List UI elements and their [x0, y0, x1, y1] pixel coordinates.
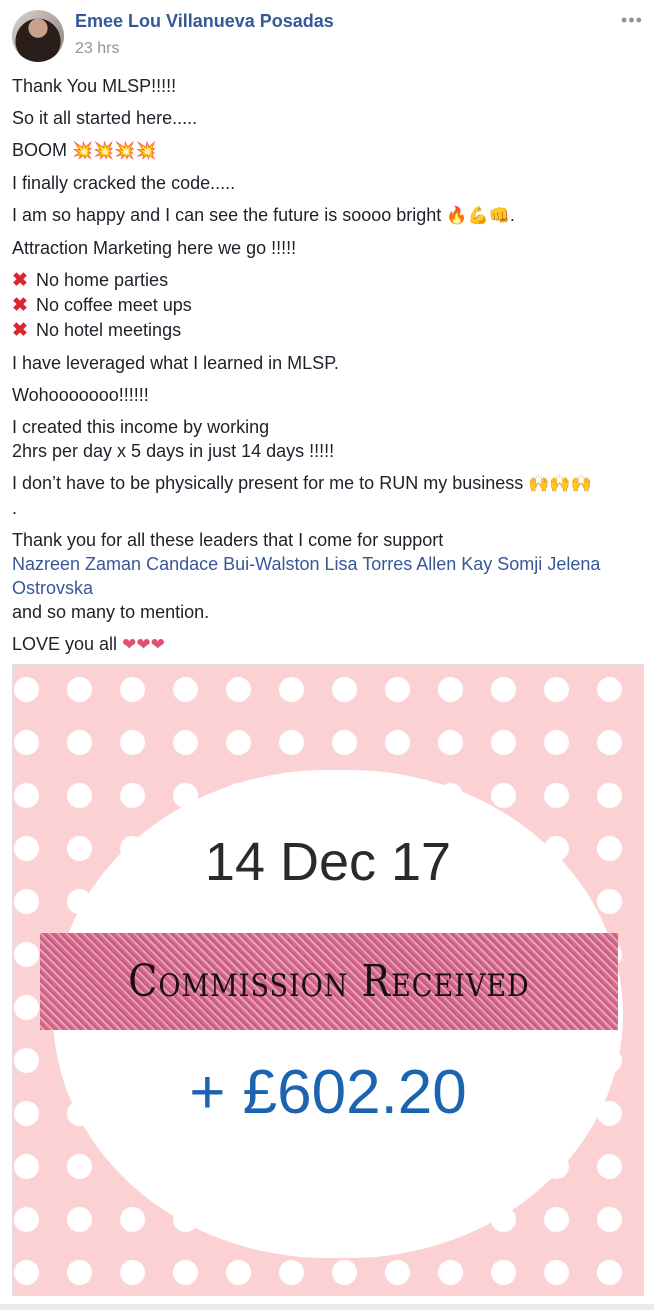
raised-hands-emoji-icon: 🙌🙌🙌	[528, 474, 592, 493]
text-line: I am so happy and I can see the future i…	[12, 203, 642, 228]
text-segment: I am so happy and I can see the future i…	[12, 205, 442, 225]
text-line: Thank You MLSP!!!!!	[12, 76, 177, 96]
glitter-banner: Commission Received	[40, 933, 618, 1030]
text-line: I finally cracked the code.....	[12, 173, 236, 193]
post-text: Thank You MLSP!!!!! So it all started he…	[12, 74, 642, 665]
divider	[0, 1304, 654, 1310]
mention-link[interactable]: Candace Bui-Walston	[146, 554, 319, 574]
text-segment: and so many to mention.	[12, 602, 210, 622]
list-item-label: No hotel meetings	[36, 320, 182, 340]
text-segment: .	[509, 205, 515, 225]
text-line: Wohooooooo!!!!!!	[12, 385, 149, 405]
list-item: ✖ No home parties	[12, 268, 642, 293]
boom-emoji-icon: 💥💥💥💥	[72, 141, 157, 160]
author-name[interactable]: Emee Lou Villanueva Posadas	[75, 11, 334, 32]
facebook-post: Emee Lou Villanueva Posadas 23 hrs ••• T…	[0, 0, 654, 1310]
text-segment: I don’t have to be physically present fo…	[12, 473, 524, 493]
text-segment: BOOM	[12, 140, 68, 160]
text-line: I have leveraged what I learned in MLSP.	[12, 353, 339, 373]
mention-link[interactable]: Nazreen Zaman	[12, 554, 141, 574]
cross-mark-icon: ✖	[12, 270, 28, 291]
text-line: I don’t have to be physically present fo…	[12, 471, 642, 520]
mention-link[interactable]: Ostrovska	[12, 578, 93, 598]
heart-emoji-icon: ❤❤❤	[122, 635, 165, 654]
commission-amount: + £602.20	[189, 1058, 467, 1127]
more-options-icon[interactable]: •••	[620, 10, 644, 30]
mention-link[interactable]: Jelena	[547, 554, 600, 574]
list-item: ✖ No coffee meet ups	[12, 293, 642, 318]
text-segment: I created this income by working	[12, 417, 270, 437]
no-list: ✖ No home parties ✖ No coffee meet ups ✖ No…	[12, 268, 642, 343]
cross-mark-icon: ✖	[12, 295, 28, 316]
avatar[interactable]	[12, 10, 64, 62]
text-line: Thank you for all these leaders that I c…	[12, 528, 642, 624]
text-segment: LOVE you all	[12, 634, 118, 654]
mention-link[interactable]: Allen Kay Somji	[416, 554, 542, 574]
text-line: Attraction Marketing here we go !!!!!	[12, 238, 297, 258]
text-segment: Thank you for all these leaders that I c…	[12, 530, 444, 550]
fire-muscle-fist-emoji-icon: 🔥💪👊	[446, 206, 510, 225]
text-segment: 2hrs per day x 5 days in just 14 days !!…	[12, 441, 335, 461]
post-timestamp[interactable]: 23 hrs	[75, 40, 119, 58]
cross-mark-icon: ✖	[12, 320, 28, 341]
list-item-label: No coffee meet ups	[36, 295, 192, 315]
list-item-label: No home parties	[36, 270, 169, 290]
text-line: I created this income by working 2hrs pe…	[12, 415, 642, 463]
list-item: ✖ No hotel meetings	[12, 318, 642, 343]
text-line: LOVE you all ❤❤❤	[12, 632, 642, 657]
text-segment: .	[12, 498, 18, 518]
text-line: So it all started here.....	[12, 108, 198, 128]
banner-text: Commission Received	[128, 955, 530, 1007]
post-photo[interactable]: 14 Dec 17 Commission Received + £602.20	[12, 664, 644, 1296]
mentions: Nazreen Zaman Candace Bui-Walston Lisa T…	[12, 552, 642, 600]
mention-link[interactable]: Lisa Torres	[325, 554, 413, 574]
text-line: BOOM 💥💥💥💥	[12, 138, 642, 163]
post-header: Emee Lou Villanueva Posadas 23 hrs •••	[0, 0, 654, 66]
photo-date: 14 Dec 17	[204, 832, 452, 892]
